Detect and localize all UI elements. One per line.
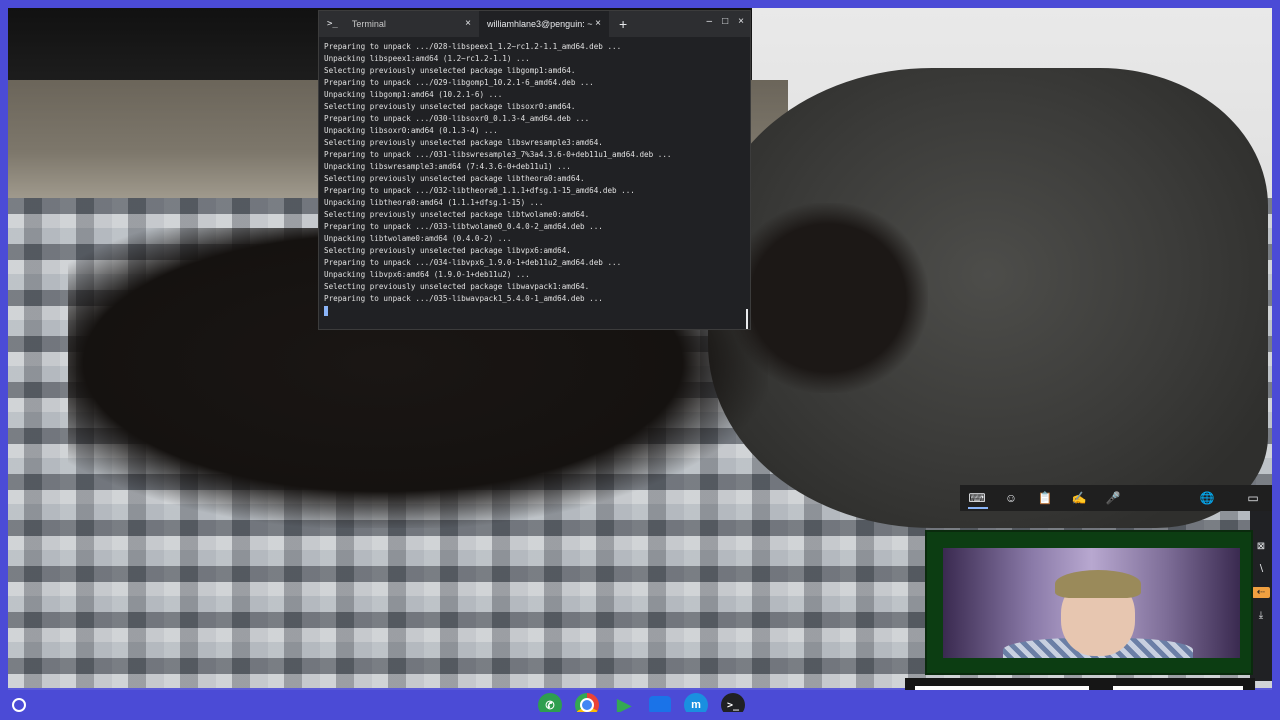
tab-label: williamhlane3@penguin: ~ — [487, 19, 593, 29]
active-indicator — [968, 507, 988, 509]
clipboard-icon[interactable]: 📋 — [1028, 491, 1062, 505]
handwriting-icon[interactable]: ✍ — [1062, 491, 1096, 505]
terminal-line: Preparing to unpack .../030-libsoxr0_0.1… — [324, 114, 590, 123]
emoji-icon[interactable]: ☺ — [994, 491, 1028, 505]
terminal-line: Unpacking libspeex1:amd64 (1.2~rc1.2-1.1… — [324, 54, 530, 63]
chrome-icon[interactable] — [575, 693, 599, 717]
terminal-line: Unpacking libgomp1:amd64 (10.2.1-6) ... — [324, 90, 503, 99]
minimize-icon[interactable]: – — [707, 16, 713, 27]
play-store-icon[interactable]: ▶ — [612, 693, 636, 717]
tab-terminal[interactable]: >_ Terminal × — [319, 11, 479, 37]
terminal-cursor — [324, 306, 328, 316]
tab-shell[interactable]: williamhlane3@penguin: ~ × — [479, 11, 609, 37]
terminal-line: Unpacking libtheora0:amd64 (1.1.1+dfsg.1… — [324, 198, 544, 207]
terminal-line: Preparing to unpack .../028-libspeex1_1.… — [324, 42, 622, 51]
terminal-window[interactable]: >_ Terminal × williamhlane3@penguin: ~ ×… — [318, 10, 751, 330]
dog-head — [728, 203, 928, 393]
terminal-line: Preparing to unpack .../035-libwavpack1_… — [324, 294, 603, 303]
terminal-tab-bar: >_ Terminal × williamhlane3@penguin: ~ ×… — [319, 11, 750, 37]
person-hat — [1055, 570, 1141, 598]
messages-icon[interactable]: m — [684, 693, 708, 717]
dock-icon[interactable]: ▭ — [1236, 491, 1270, 505]
terminal-prompt-icon: >_ — [327, 19, 338, 29]
terminal-scrollbar[interactable] — [746, 309, 748, 329]
terminal-line: Unpacking libsoxr0:amd64 (0.1.3-4) ... — [324, 126, 498, 135]
terminal-line: Preparing to unpack .../033-libtwolame0_… — [324, 222, 603, 231]
close-icon[interactable]: × — [738, 16, 744, 27]
terminal-line: Selecting previously unselected package … — [324, 246, 571, 255]
terminal-line: Unpacking libswresample3:amd64 (7:4.3.6-… — [324, 162, 571, 171]
phone-hub-icon[interactable]: ✆ — [538, 693, 562, 717]
files-icon[interactable] — [649, 696, 671, 714]
webcam-overlay — [925, 530, 1253, 675]
move-keyboard-icon[interactable]: ⤓ — [1259, 610, 1263, 621]
window-controls: – □ × — [707, 16, 744, 27]
terminal-line: Selecting previously unselected package … — [324, 138, 603, 147]
webcam-video — [943, 548, 1240, 658]
backslash-key[interactable]: ∖ — [1258, 564, 1264, 575]
shelf: ✆ ▶ m >_ — [0, 690, 1280, 720]
terminal-line: Selecting previously unselected package … — [324, 102, 576, 111]
terminal-line: Selecting previously unselected package … — [324, 210, 590, 219]
keyboard-side-buttons: ⊠ ∖ ⇠ ⤓ — [1250, 511, 1272, 681]
terminal-line: Selecting previously unselected package … — [324, 282, 590, 291]
terminal-lines: Preparing to unpack .../028-libspeex1_1.… — [324, 41, 745, 305]
terminal-line: Selecting previously unselected package … — [324, 66, 576, 75]
close-tab-icon[interactable]: × — [465, 18, 471, 29]
terminal-line: Preparing to unpack .../029-libgomp1_10.… — [324, 78, 594, 87]
shelf-apps: ✆ ▶ m >_ — [538, 693, 745, 717]
close-keyboard-icon[interactable]: ⊠ — [1257, 541, 1265, 552]
terminal-line: Unpacking libtwolame0:amd64 (0.4.0-2) ..… — [324, 234, 512, 243]
tab-label: Terminal — [351, 19, 386, 29]
terminal-app-icon[interactable]: >_ — [721, 693, 745, 717]
terminal-line: Preparing to unpack .../032-libtheora0_1… — [324, 186, 635, 195]
globe-icon[interactable]: 🌐 — [1190, 491, 1224, 505]
close-tab-icon[interactable]: × — [595, 18, 601, 29]
terminal-line: Preparing to unpack .../034-libvpx6_1.9.… — [324, 258, 622, 267]
terminal-line: Selecting previously unselected package … — [324, 174, 585, 183]
keyboard-icon[interactable]: ⌨ — [960, 491, 994, 505]
terminal-output[interactable]: Preparing to unpack .../028-libspeex1_1.… — [319, 37, 750, 329]
enter-key-icon[interactable]: ⇠ — [1252, 587, 1270, 598]
terminal-line: Unpacking libvpx6:amd64 (1.9.0-1+deb11u2… — [324, 270, 530, 279]
new-tab-button[interactable]: + — [619, 16, 627, 32]
microphone-icon[interactable]: 🎤 — [1096, 491, 1130, 505]
maximize-icon[interactable]: □ — [722, 16, 728, 27]
terminal-line: Preparing to unpack .../031-libswresampl… — [324, 150, 672, 159]
onscreen-keyboard-toolbar: ⌨ ☺ 📋 ✍ 🎤 🌐 ▭ — [960, 485, 1272, 511]
launcher-icon[interactable] — [12, 698, 26, 712]
